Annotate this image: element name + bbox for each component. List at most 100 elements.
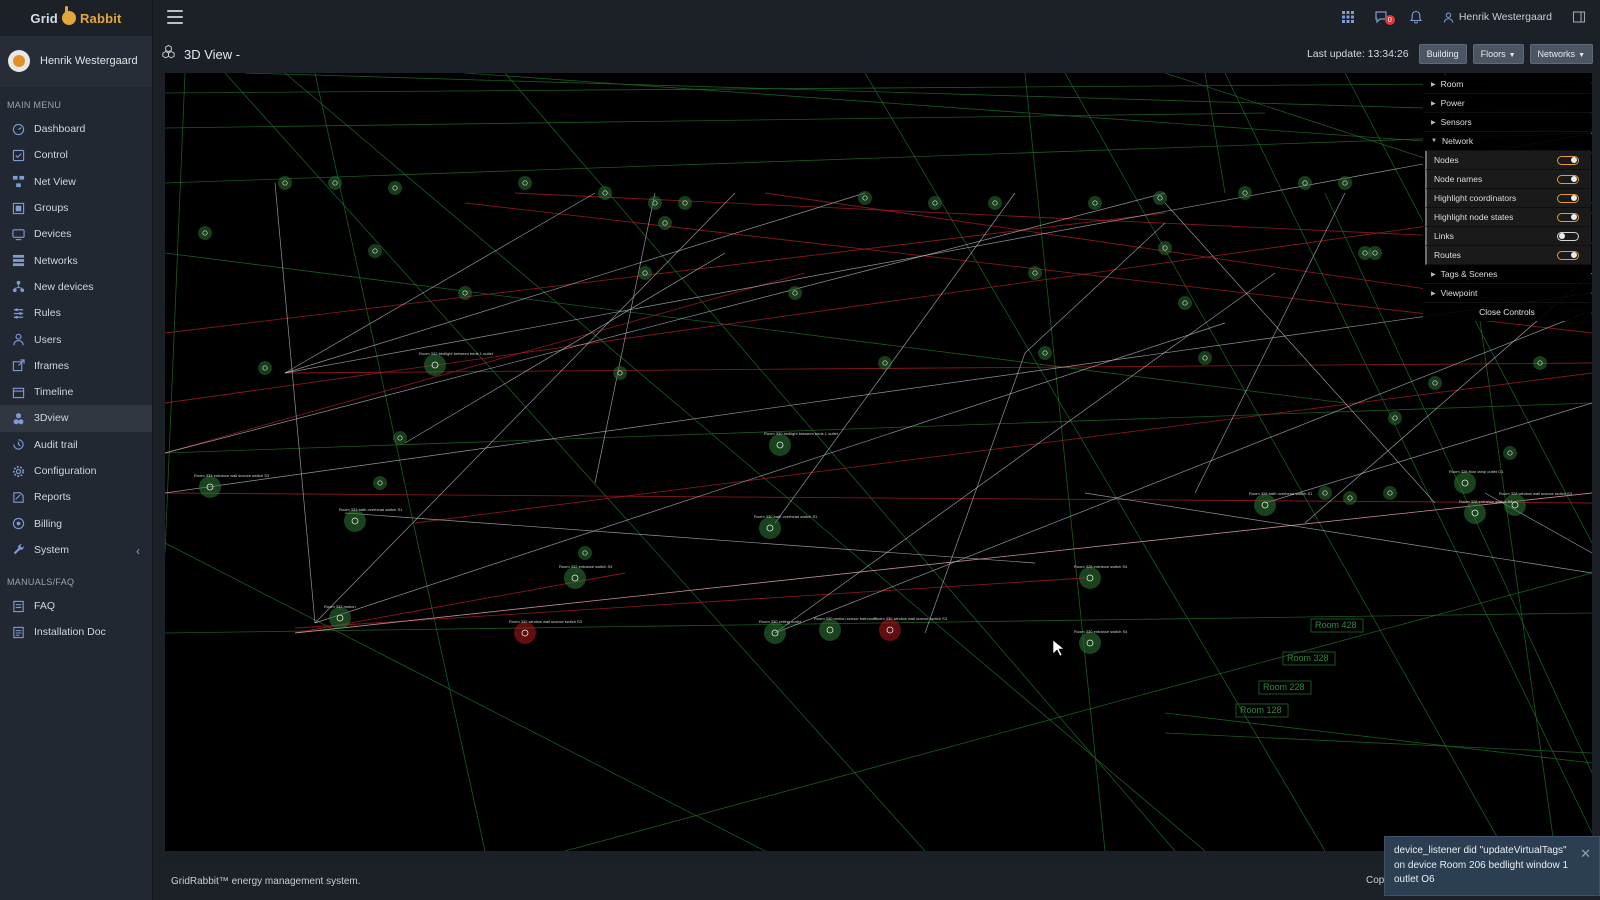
node-glow [1454, 472, 1476, 494]
toggle-switch[interactable] [1557, 174, 1579, 184]
toggle-switch[interactable] [1557, 231, 1579, 241]
sidebar-item-system[interactable]: System ‹ [0, 537, 152, 563]
rabbit-logo-icon [61, 6, 76, 25]
gear-icon [11, 464, 25, 478]
node-glow [1338, 176, 1352, 190]
network-scene[interactable]: Room 333 motion Room 332 window wall scon… [165, 73, 1592, 851]
sidebar-item-groups[interactable]: Groups [0, 195, 152, 221]
menu-item-label: Devices [34, 228, 72, 241]
building-button[interactable]: Building [1418, 44, 1467, 64]
sidebar-item-timeline[interactable]: Timeline [0, 379, 152, 405]
menu-item-label: Timeline [34, 386, 74, 399]
node-glow [1464, 502, 1486, 524]
menu-item-label: Audit trail [34, 438, 78, 451]
option-label: Highlight node states [1434, 212, 1514, 222]
room-label: Room 428 [1315, 620, 1357, 630]
option-node-names: Node names [1425, 170, 1591, 189]
node-label: Room 332 bedlight between beds 1 outlet [419, 351, 494, 356]
node-label: Room 330 ceiling outlet [759, 619, 802, 624]
sidebar-item-billing[interactable]: Billing [0, 510, 152, 536]
caret-right-icon: ▶ [1431, 119, 1436, 126]
option-label: Routes [1434, 250, 1461, 260]
option-label: Nodes [1434, 155, 1459, 165]
link-line [284, 192, 866, 374]
sidebar-item-audit-trail[interactable]: Audit trail [0, 432, 152, 458]
toggle-switch[interactable] [1557, 250, 1579, 260]
wireframe-line [165, 73, 186, 554]
bell-icon[interactable] [1409, 10, 1423, 24]
node-glow [1079, 632, 1101, 654]
wireframe-line [564, 572, 1592, 851]
sidebar-item-configuration[interactable]: Configuration [0, 458, 152, 484]
node-glow [199, 476, 221, 498]
panel-toggle-icon[interactable] [1572, 10, 1586, 24]
brand-logo[interactable]: Grid Rabbit [0, 0, 152, 36]
sidebar-item-new-devices[interactable]: New devices [0, 274, 152, 300]
close-controls-button[interactable]: Close Controls [1423, 303, 1591, 321]
3d-view-canvas[interactable]: Room 333 motion Room 332 window wall scon… [165, 73, 1592, 851]
sidebar-item-3dview[interactable]: 3Dview [0, 405, 152, 432]
billing-icon [11, 517, 25, 531]
folder-room[interactable]: ▶ Room [1423, 75, 1591, 94]
messages-icon[interactable]: 0 [1375, 10, 1395, 25]
footer: GridRabbit™ energy management system. Co… [153, 863, 1600, 900]
sidebar-item-dashboard[interactable]: Dashboard [0, 116, 152, 142]
folder-power[interactable]: ▶ Power [1423, 94, 1591, 113]
rules-icon [11, 306, 25, 320]
node-glow [1028, 266, 1042, 280]
node-glow [788, 286, 802, 300]
sidebar-item-net-view[interactable]: Net View [0, 169, 152, 195]
audit-icon [11, 438, 25, 452]
node-glow [678, 196, 692, 210]
sidebar-user[interactable]: Henrik Westergaard [0, 36, 152, 86]
node-glow [564, 567, 586, 589]
folder-tags-scenes[interactable]: ▶ Tags & Scenes [1423, 265, 1591, 284]
grid-apps-icon[interactable] [1341, 10, 1355, 24]
top-user-menu[interactable]: Henrik Westergaard [1443, 11, 1552, 23]
wireframe-line [1164, 712, 1592, 764]
wireframe-line [165, 402, 1592, 454]
sidebar-item-networks[interactable]: Networks [0, 247, 152, 273]
sidebar-item-installation-doc[interactable]: Installation Doc [0, 619, 152, 645]
node-glow [1503, 446, 1517, 460]
menu-toggle-icon[interactable] [167, 10, 183, 24]
menu-item-label: Networks [34, 254, 78, 267]
sidebar-item-users[interactable]: Users [0, 326, 152, 352]
node-label: Room 330 motion sensor bathroom [814, 616, 877, 621]
view-controls-panel: ▶ Room ▶ Power ▶ Sensors ▼ Network Nodes Node… [1423, 75, 1591, 321]
brand-name-accent: Rabbit [79, 10, 122, 26]
net-view-icon [11, 175, 25, 189]
wireframe-line [1204, 73, 1226, 194]
folder-viewpoint[interactable]: ▶ Viewpoint [1423, 284, 1591, 303]
notification-toast[interactable]: device_listener did "updateVirtualTags" … [1384, 836, 1600, 896]
folder-sensors[interactable]: ▶ Sensors [1423, 113, 1591, 132]
sidebar-item-control[interactable]: Control [0, 142, 152, 168]
link-line [165, 192, 1166, 454]
sidebar-item-devices[interactable]: Devices [0, 221, 152, 247]
iframes-icon [11, 359, 25, 373]
close-icon[interactable]: ✕ [1580, 845, 1591, 864]
sidebar-item-rules[interactable]: Rules [0, 300, 152, 326]
toggle-switch[interactable] [1557, 212, 1579, 222]
caret-right-icon: ▶ [1431, 271, 1436, 278]
folder-network[interactable]: ▼ Network [1423, 132, 1591, 151]
toggle-switch[interactable] [1557, 155, 1579, 165]
menu-item-label: Iframes [34, 359, 70, 372]
node-glow [598, 186, 612, 200]
floors-dropdown[interactable]: Floors ▼ [1472, 44, 1524, 64]
timeline-icon [11, 385, 25, 399]
toggle-switch[interactable] [1557, 193, 1579, 203]
link-line [404, 252, 726, 444]
node-label: Room 332 entrance switch S4 [559, 564, 613, 569]
sidebar-item-reports[interactable]: Reports [0, 484, 152, 510]
option-routes: Routes [1425, 246, 1591, 265]
devices-icon [11, 227, 25, 241]
top-user-name: Henrik Westergaard [1458, 11, 1552, 23]
sidebar-item-iframes[interactable]: Iframes [0, 353, 152, 379]
sidebar-item-faq[interactable]: FAQ [0, 593, 152, 619]
main-menu: Dashboard Control Net View Groups Devices Net… [0, 116, 152, 563]
menu-item-label: Net View [34, 175, 76, 188]
link-line [284, 192, 596, 374]
cubes-icon [11, 411, 25, 425]
networks-dropdown[interactable]: Networks ▼ [1529, 44, 1593, 64]
